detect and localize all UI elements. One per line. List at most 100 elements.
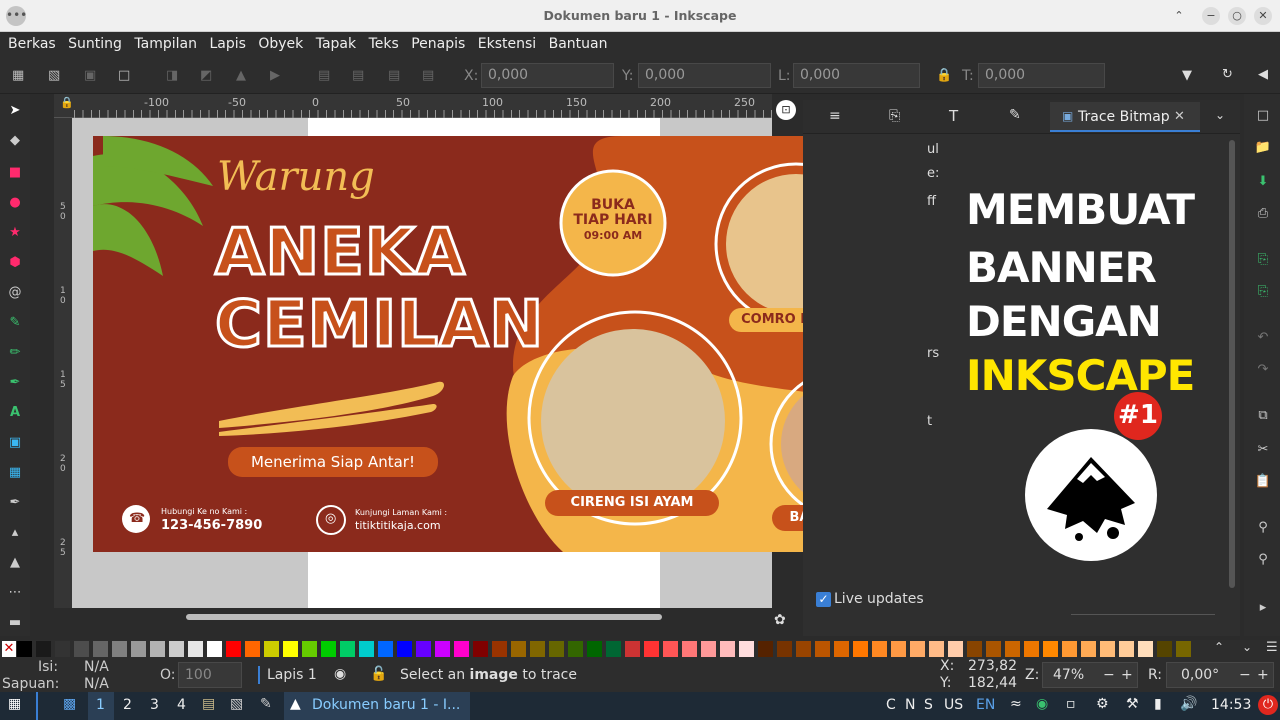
palette-swatch[interactable] [454,641,469,657]
w-input[interactable]: 0,000 [793,63,920,88]
stroke-value[interactable]: N/A [84,676,109,692]
h-input[interactable]: 0,000 [978,63,1105,88]
mesh-tool-icon[interactable]: ▦ [6,464,24,482]
paste-icon[interactable]: 📋 [1254,474,1272,492]
dropdown-arrow-icon[interactable]: ▼ [1182,68,1192,83]
palette-swatch[interactable] [1138,641,1153,657]
palette-swatch[interactable] [492,641,507,657]
power-icon[interactable]: ⏻ [1258,695,1278,715]
menu-berkas[interactable]: Berkas [8,32,56,56]
maximize-icon[interactable]: − [1202,7,1220,25]
palette-swatch[interactable] [511,641,526,657]
raise-icon[interactable]: ▤ [352,68,364,83]
palette-swatch[interactable] [55,641,70,657]
wifi-icon[interactable]: ≈ [1010,696,1022,712]
calligraphy-tool-icon[interactable]: ✒ [6,374,24,392]
text-tool-icon[interactable]: A [6,404,24,422]
clipboard-icon[interactable]: ▫ [1066,696,1076,712]
save-icon[interactable]: ⬇ [1254,174,1272,192]
palette-swatch[interactable] [549,641,564,657]
rotation-input[interactable]: 0,00° − + [1166,662,1274,688]
palette-swatch[interactable] [1043,641,1058,657]
palette-swatch[interactable] [93,641,108,657]
workspace-3[interactable]: 3 [150,697,159,713]
no-paint-swatch[interactable]: ✕ [2,641,16,657]
select-all-layers-icon[interactable]: ▧ [48,68,60,83]
layer-lock-icon[interactable]: 🔓 [370,666,387,682]
zoom-input[interactable]: 47% − + [1042,662,1138,688]
zoom-minus-icon[interactable]: − [1103,663,1115,687]
deselect-icon[interactable]: ▣ [84,68,96,83]
menu-obyek[interactable]: Obyek [258,32,303,56]
palette-swatch[interactable] [986,641,1001,657]
palette-swatch[interactable] [948,641,963,657]
tab-trace-bitmap[interactable]: ▣ Trace Bitmap ✕ [1050,102,1200,132]
app-menu-icon[interactable]: ▦ [8,696,21,712]
workspace-4[interactable]: 4 [177,697,186,713]
spiral-tool-icon[interactable]: @ [6,284,24,302]
menu-sunting[interactable]: Sunting [68,32,122,56]
menu-teks[interactable]: Teks [369,32,399,56]
y-input[interactable]: 0,000 [638,63,771,88]
eraser-tool-icon[interactable]: ▬ [6,614,24,632]
palette-swatch[interactable] [530,641,545,657]
horizontal-scrollbar[interactable] [186,614,662,620]
palette-swatch[interactable] [834,641,849,657]
palette-swatch[interactable] [74,641,89,657]
flip-v-icon[interactable]: ▶ [270,68,280,83]
collapse-left-icon[interactable]: ◀ [1258,67,1268,82]
palette-swatch[interactable] [340,641,355,657]
palette-swatch[interactable] [910,641,925,657]
palette-swatch[interactable] [416,641,431,657]
palette-swatch[interactable] [701,641,716,657]
palette-swatch[interactable] [207,641,222,657]
tabs-dropdown-icon[interactable]: ⌄ [1215,108,1225,122]
palette-swatch[interactable] [720,641,735,657]
palette-swatch[interactable] [587,641,602,657]
x-input[interactable]: 0,000 [481,63,614,88]
palette-swatch[interactable] [758,641,773,657]
volume-icon[interactable]: 🔊 [1180,696,1197,712]
paint-bucket-tool-icon[interactable]: ▴ [6,524,24,542]
new-document-icon[interactable]: □ [1254,108,1272,126]
taskbar-app-inkscape[interactable]: ▲ Dokumen baru 1 - I... [284,692,470,720]
palette-swatch[interactable] [568,641,583,657]
color-manage-icon[interactable]: ✿ [774,612,786,628]
palette-swatch[interactable] [435,641,450,657]
redo-icon[interactable]: ↷ [1254,362,1272,380]
palette-swatch[interactable] [1024,641,1039,657]
workspace-1[interactable]: 1 [96,697,105,713]
terminal-icon[interactable]: ▧ [230,696,243,712]
select-same-icon[interactable]: □ [118,68,130,83]
palette-swatch[interactable] [226,641,241,657]
palette-menu-icon[interactable]: ☰ [1266,640,1278,655]
palette-down-icon[interactable]: ⌄ [1242,640,1252,654]
palette-swatch[interactable] [796,641,811,657]
palette-swatch[interactable] [967,641,982,657]
export-icon[interactable]: ⎘ [1254,284,1272,302]
node-tool-icon[interactable]: ◆ [6,132,24,150]
fill-stroke-icon[interactable]: ✎ [1009,107,1021,123]
text-font-icon[interactable]: T [949,107,958,125]
palette-swatch[interactable] [1005,641,1020,657]
palette-swatch[interactable] [36,641,51,657]
rotation-plus-icon[interactable]: + [1257,663,1269,687]
menu-penapis[interactable]: Penapis [411,32,465,56]
palette-swatch[interactable] [131,641,146,657]
rotation-minus-icon[interactable]: − [1239,663,1251,687]
keyboard-layout-us[interactable]: US [944,697,963,713]
spray-tool-icon[interactable]: ⋯ [6,584,24,602]
palette-swatch[interactable] [663,641,678,657]
palette-swatch[interactable] [682,641,697,657]
palette-swatch[interactable] [891,641,906,657]
lower-bottom-icon[interactable]: ▤ [422,68,434,83]
raise-top-icon[interactable]: ▤ [318,68,330,83]
gradient-tool-icon[interactable]: ▣ [6,434,24,452]
close-tab-icon[interactable]: ✕ [1174,109,1185,124]
palette-swatch[interactable] [112,641,127,657]
minimize-icon[interactable]: ⌃ [1170,7,1188,25]
files-icon[interactable]: ▤ [202,696,215,712]
palette-swatch[interactable] [739,641,754,657]
close-icon[interactable]: ✕ [1254,7,1272,25]
menu-lapis[interactable]: Lapis [209,32,245,56]
